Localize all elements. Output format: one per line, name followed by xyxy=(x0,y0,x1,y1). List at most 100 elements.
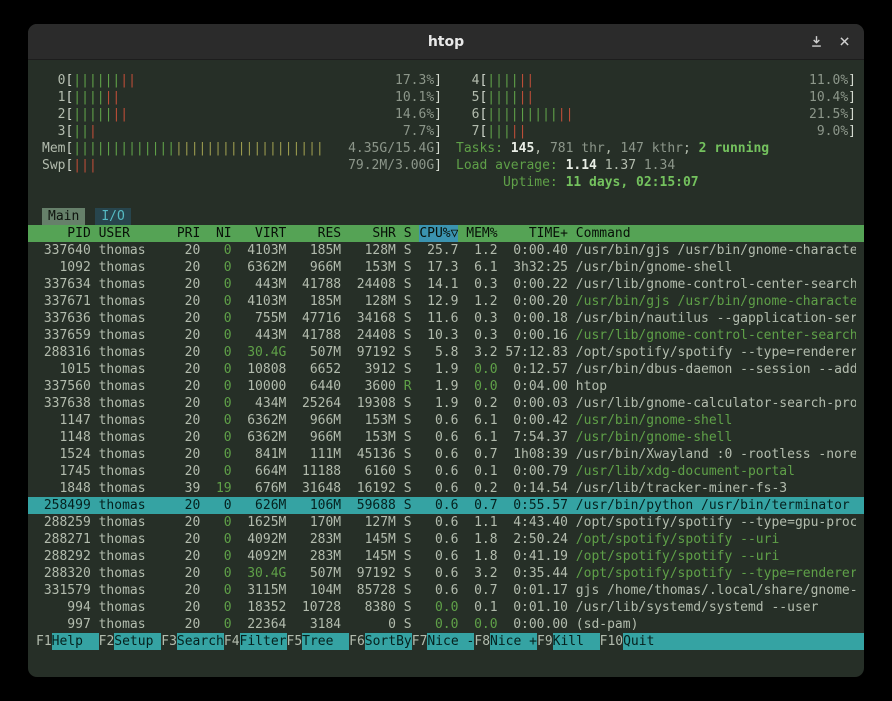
cell-cpu: 0.0 xyxy=(419,616,458,633)
column-header-time[interactable]: TIME+ xyxy=(505,225,568,242)
function-key-item[interactable]: F10Quit xyxy=(600,633,864,650)
column-header-ni[interactable]: NI xyxy=(208,225,231,242)
function-key-item[interactable]: F4Filter xyxy=(224,633,287,650)
process-row[interactable]: 337636 thomas 20 0 755M 47716 34168 S 11… xyxy=(28,310,864,327)
download-icon[interactable] xyxy=(810,35,823,48)
cell-ni: 0 xyxy=(208,463,231,480)
cpu1-meter: 1[||||||10.1%] xyxy=(42,89,442,106)
cell-time: 0:41.19 xyxy=(505,548,568,565)
blank-line xyxy=(28,191,864,208)
process-row[interactable]: 337634 thomas 20 0 443M 41788 24408 S 14… xyxy=(28,276,864,293)
cpu7-meter: 7[|||||9.0%] xyxy=(456,123,856,140)
function-key-item[interactable]: F9Kill xyxy=(537,633,600,650)
process-row[interactable]: 288259 thomas 20 0 1625M 170M 127M S 0.6… xyxy=(28,514,864,531)
cell-ni: 0 xyxy=(208,259,231,276)
window-titlebar[interactable]: htop × xyxy=(28,24,864,60)
cell-res: 3184 xyxy=(294,616,341,633)
cell-pid: 337671 xyxy=(36,293,91,310)
tab-main[interactable]: Main xyxy=(42,208,85,225)
process-row[interactable]: 1092 thomas 20 0 6362M 966M 153M S 17.3 … xyxy=(28,259,864,276)
cell-command: /usr/bin/gnome-shell xyxy=(576,412,856,429)
cell-cpu: 25.7 xyxy=(419,242,458,259)
column-header-mem[interactable]: MEM% xyxy=(466,225,497,242)
function-key-item[interactable]: F7Nice - xyxy=(412,633,475,650)
cell-res: 6652 xyxy=(294,361,341,378)
cell-time: 0:01.10 xyxy=(505,599,568,616)
process-row[interactable]: 1148 thomas 20 0 6362M 966M 153M S 0.6 6… xyxy=(28,429,864,446)
cell-shr: 59688 xyxy=(349,497,396,514)
function-key-item[interactable]: F6SortBy xyxy=(349,633,412,650)
cell-time: 0:00.00 xyxy=(505,616,568,633)
cell-ni: 0 xyxy=(208,310,231,327)
process-row[interactable]: 1745 thomas 20 0 664M 11188 6160 S 0.6 0… xyxy=(28,463,864,480)
cell-mem: 0.7 xyxy=(466,497,497,514)
titlebar-buttons: × xyxy=(810,24,850,59)
process-row[interactable]: 337638 thomas 20 0 434M 25264 19308 S 1.… xyxy=(28,395,864,412)
function-key-item[interactable]: F2Setup xyxy=(99,633,162,650)
process-row[interactable]: 1015 thomas 20 0 10808 6652 3912 S 1.9 0… xyxy=(28,361,864,378)
cell-shr: 19308 xyxy=(349,395,396,412)
cell-ni: 0 xyxy=(208,565,231,582)
cell-shr: 127M xyxy=(349,514,396,531)
function-key-item[interactable]: F5Tree xyxy=(287,633,350,650)
cell-virt: 434M xyxy=(239,395,286,412)
process-row[interactable]: 997 thomas 20 0 22364 3184 0 S 0.0 0.0 0… xyxy=(28,616,864,633)
process-row[interactable]: 337640 thomas 20 0 4103M 185M 128M S 25.… xyxy=(28,242,864,259)
cell-command: /usr/lib/tracker-miner-fs-3 xyxy=(576,480,856,497)
cell-shr: 16192 xyxy=(349,480,396,497)
process-row[interactable]: 1147 thomas 20 0 6362M 966M 153M S 0.6 6… xyxy=(28,412,864,429)
column-header-pid[interactable]: PID xyxy=(36,225,91,242)
cell-mem: 1.2 xyxy=(466,293,497,310)
cell-command: /usr/lib/gnome-control-center-search- xyxy=(576,276,856,293)
column-header-virt[interactable]: VIRT xyxy=(239,225,286,242)
cell-pid: 288259 xyxy=(36,514,91,531)
process-row[interactable]: 337671 thomas 20 0 4103M 185M 128M S 12.… xyxy=(28,293,864,310)
cell-state: S xyxy=(404,344,412,361)
function-key-action: Quit xyxy=(623,633,864,650)
process-row[interactable]: 288316 thomas 20 0 30.4G 507M 97192 S 5.… xyxy=(28,344,864,361)
column-header-state[interactable]: S xyxy=(404,225,412,242)
cell-ni: 0 xyxy=(208,616,231,633)
cell-state: S xyxy=(404,548,412,565)
cell-time: 0:00.16 xyxy=(505,327,568,344)
function-key-label: F3 xyxy=(161,633,177,650)
cell-virt: 626M xyxy=(239,497,286,514)
close-icon[interactable]: × xyxy=(839,33,850,51)
column-header-user[interactable]: USER xyxy=(99,225,169,242)
function-key-item[interactable]: F3Search xyxy=(161,633,224,650)
process-row[interactable]: 258499 thomas 20 0 626M 106M 59688 S 0.6… xyxy=(28,497,864,514)
column-header-cpu-sorted[interactable]: CPU%▽ xyxy=(419,225,458,242)
process-row[interactable]: 337560 thomas 20 0 10000 6440 3600 R 1.9… xyxy=(28,378,864,395)
cell-cpu: 0.6 xyxy=(419,480,458,497)
cell-pid: 1147 xyxy=(36,412,91,429)
cell-command: /usr/lib/systemd/systemd --user xyxy=(576,599,856,616)
column-header-res[interactable]: RES xyxy=(294,225,341,242)
cell-state: S xyxy=(404,480,412,497)
cell-pid: 258499 xyxy=(36,497,91,514)
column-header-command[interactable]: Command xyxy=(576,225,856,242)
process-row[interactable]: 288292 thomas 20 0 4092M 283M 145M S 0.6… xyxy=(28,548,864,565)
process-row[interactable]: 1848 thomas 39 19 676M 31648 16192 S 0.6… xyxy=(28,480,864,497)
column-header-pri[interactable]: PRI xyxy=(177,225,200,242)
cell-cpu: 0.6 xyxy=(419,497,458,514)
cell-shr: 3912 xyxy=(349,361,396,378)
process-row[interactable]: 1524 thomas 20 0 841M 111M 45136 S 0.6 0… xyxy=(28,446,864,463)
function-key-item[interactable]: F1Help xyxy=(36,633,99,650)
cell-state: S xyxy=(404,361,412,378)
tab-io[interactable]: I/O xyxy=(95,208,130,225)
cell-cpu: 0.6 xyxy=(419,463,458,480)
column-header-shr[interactable]: SHR xyxy=(349,225,396,242)
cell-user: thomas xyxy=(99,293,169,310)
process-row[interactable]: 288320 thomas 20 0 30.4G 507M 97192 S 0.… xyxy=(28,565,864,582)
process-row[interactable]: 994 thomas 20 0 18352 10728 8380 S 0.0 0… xyxy=(28,599,864,616)
cell-res: 966M xyxy=(294,259,341,276)
process-row[interactable]: 337659 thomas 20 0 443M 41788 24408 S 10… xyxy=(28,327,864,344)
function-key-item[interactable]: F8Nice + xyxy=(474,633,537,650)
process-row[interactable]: 288271 thomas 20 0 4092M 283M 145M S 0.6… xyxy=(28,531,864,548)
cell-state: S xyxy=(404,310,412,327)
cell-user: thomas xyxy=(99,565,169,582)
cell-time: 57:12.83 xyxy=(505,344,568,361)
table-header: PID USER PRI NI VIRT RES SHR S CPU%▽ MEM… xyxy=(28,225,864,242)
cell-pri: 20 xyxy=(177,531,200,548)
process-row[interactable]: 331579 thomas 20 0 3115M 104M 85728 S 0.… xyxy=(28,582,864,599)
